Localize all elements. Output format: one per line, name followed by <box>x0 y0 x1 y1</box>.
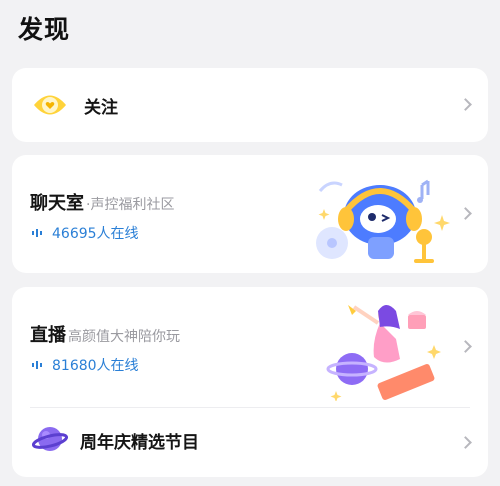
chatroom-card[interactable]: 聊天室 ·声控福利社区 46695人在线 <box>12 155 488 273</box>
dancing-girl-illustration <box>312 295 452 405</box>
chatroom-title: 聊天室 ·声控福利社区 <box>30 189 174 215</box>
chevron-right-icon <box>459 436 472 449</box>
live-row[interactable]: 直播 高颜值大神陪你玩 81680人在线 <box>12 287 488 407</box>
sound-wave-icon <box>32 229 42 237</box>
chevron-right-icon <box>459 340 472 353</box>
chatroom-online-text: 46695人在线 <box>52 226 139 242</box>
chevron-right-icon <box>459 207 472 220</box>
chatroom-online-count: 46695人在线 <box>32 223 139 243</box>
chatroom-subtitle: ·声控福利社区 <box>86 197 175 213</box>
live-card: 直播 高颜值大神陪你玩 81680人在线 周年庆精选节目 <box>12 287 488 477</box>
anniversary-row[interactable]: 周年庆精选节目 <box>12 408 488 477</box>
page-title: 发现 <box>18 15 71 44</box>
live-title: 直播 高颜值大神陪你玩 <box>30 321 180 347</box>
live-title-text: 直播 <box>30 325 66 346</box>
follow-label: 关注 <box>84 98 118 118</box>
follow-card[interactable]: 关注 <box>12 68 488 142</box>
planet-icon <box>31 422 69 460</box>
eye-heart-icon <box>32 90 68 124</box>
chatroom-title-text: 聊天室 <box>30 193 84 214</box>
live-online-count: 81680人在线 <box>32 355 139 375</box>
sound-wave-icon <box>32 361 42 369</box>
anniversary-label: 周年庆精选节目 <box>80 433 199 453</box>
chevron-right-icon <box>459 98 472 111</box>
headphone-mascot-illustration <box>302 163 452 271</box>
live-online-text: 81680人在线 <box>52 358 139 374</box>
live-subtitle: 高颜值大神陪你玩 <box>68 329 180 345</box>
